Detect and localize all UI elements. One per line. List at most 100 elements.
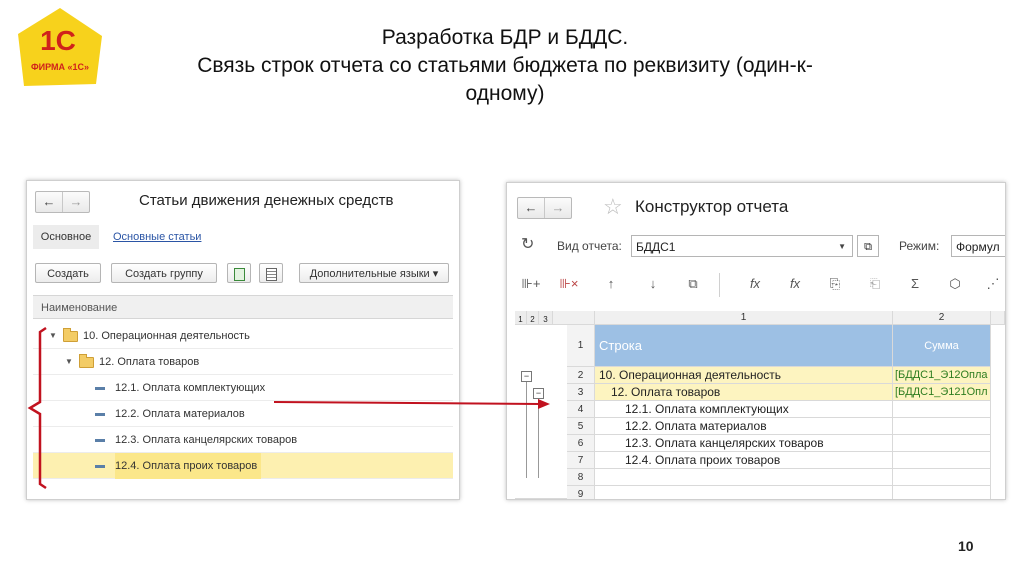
mode-field[interactable]: Формул — [951, 235, 1005, 257]
row-text-cell[interactable]: 12.4. Оплата проих товаров — [595, 452, 893, 469]
report-type-label: Вид отчета: — [557, 239, 622, 253]
row-number[interactable]: 9 — [567, 486, 595, 499]
row-text-cell[interactable]: 10. Операционная деятельность — [595, 367, 893, 384]
mode-label: Режим: — [899, 239, 940, 253]
row-text-cell[interactable]: 12.1. Оплата комплектующих — [595, 401, 893, 418]
create-group-button[interactable]: Создать группу — [111, 263, 217, 283]
logo-caption-text: ФИРМА «1С» — [31, 62, 89, 72]
row-formula-cell[interactable] — [893, 435, 991, 452]
tab-main[interactable]: Основное — [33, 225, 99, 249]
move-up-icon[interactable]: ↑ — [601, 275, 621, 293]
tree-row[interactable]: ▼ 12. Оплата товаров — [33, 349, 453, 375]
column-header-2[interactable]: 2 — [893, 311, 991, 325]
window-title: Статьи движения денежных средств — [139, 192, 394, 209]
header-cell-row[interactable]: Строка — [595, 325, 893, 367]
row-number[interactable]: 1 — [567, 325, 595, 367]
copy-icon[interactable]: ⎘ — [825, 275, 845, 293]
group-line — [526, 382, 527, 478]
expand-triangle-icon[interactable]: ▼ — [49, 323, 57, 349]
expand-triangle-icon[interactable]: ▼ — [65, 349, 73, 375]
tree-row-label: 12.4. Оплата проих товаров — [115, 453, 262, 479]
formula-edit-icon[interactable]: fx — [785, 275, 805, 293]
tree-row-label: 12.1. Оплата комплектующих — [115, 382, 266, 394]
column-header-name[interactable]: Наименование — [33, 295, 453, 319]
row-text-cell[interactable] — [595, 469, 893, 486]
tree-row-label: 12. Оплата товаров — [99, 356, 200, 368]
row-number[interactable]: 4 — [567, 401, 595, 418]
report-grid: 1 2 3 1 2 1 Строка Сумма 2 10. Операционн… — [515, 311, 1005, 499]
tree-row[interactable]: 12.2. Оплата материалов — [33, 401, 453, 427]
grouping-gutter — [515, 325, 567, 499]
row-number[interactable]: 8 — [567, 469, 595, 486]
collapse-group-icon[interactable]: − — [533, 388, 544, 399]
copy-icon-shape — [233, 268, 245, 281]
page-number: 10 — [958, 538, 974, 554]
tree-row[interactable]: ▼ 10. Операционная деятельность — [33, 323, 453, 349]
title-line-3: одному) — [465, 82, 545, 105]
report-type-value: БДДС1 — [636, 240, 676, 254]
paste-icon[interactable]: ⎗ — [865, 275, 885, 293]
level-button[interactable]: 3 — [539, 311, 553, 325]
row-formula-cell[interactable] — [893, 418, 991, 435]
item-icon — [95, 439, 105, 442]
row-formula-cell[interactable] — [893, 486, 991, 499]
row-number[interactable]: 2 — [567, 367, 595, 384]
formula-icon[interactable]: fx — [745, 275, 765, 293]
copy-structure-icon[interactable]: ⧉ — [683, 275, 703, 293]
column-header-3[interactable] — [991, 311, 1005, 325]
copy-icon[interactable] — [227, 263, 251, 283]
additional-languages-dropdown[interactable]: Дополнительные языки ▾ — [299, 263, 449, 283]
header-cell-sum[interactable]: Сумма — [893, 325, 991, 367]
open-form-icon[interactable]: ⧉ — [857, 235, 879, 257]
dropdown-arrow-icon[interactable]: ▼ — [838, 236, 846, 258]
report-constructor-window: ← → ☆ Конструктор отчета ↻ Вид отчета: Б… — [506, 182, 1006, 500]
row-text-cell[interactable]: 12. Оплата товаров — [595, 384, 893, 401]
corner-cell — [553, 311, 595, 325]
row-formula-cell[interactable] — [893, 401, 991, 418]
row-number[interactable]: 5 — [567, 418, 595, 435]
item-icon — [95, 413, 105, 416]
nav-buttons: ← → — [35, 191, 90, 213]
row-text-cell[interactable]: 12.2. Оплата материалов — [595, 418, 893, 435]
favorite-star-icon[interactable]: ☆ — [603, 194, 623, 220]
column-header-1[interactable]: 1 — [595, 311, 893, 325]
hierarchy-icon[interactable]: ⋰ — [983, 275, 1003, 293]
row-formula-cell[interactable] — [893, 452, 991, 469]
row-number[interactable]: 7 — [567, 452, 595, 469]
row-number[interactable]: 6 — [567, 435, 595, 452]
delete-row-icon[interactable]: ⊪× — [559, 275, 579, 293]
move-down-icon[interactable]: ↓ — [643, 275, 663, 293]
row-text-cell[interactable] — [595, 486, 893, 499]
row-formula-cell[interactable]: [БДДС1_Э12Опла — [893, 367, 991, 384]
report-type-field[interactable]: БДДС1 ▼ — [631, 235, 853, 257]
forward-arrow-icon[interactable]: → — [62, 192, 89, 212]
slide-title: Разработка БДР и БДДС. Связь строк отчет… — [110, 24, 900, 108]
row-text-cell[interactable]: 12.3. Оплата канцелярских товаров — [595, 435, 893, 452]
sum-icon[interactable]: Σ — [905, 275, 925, 293]
add-row-icon[interactable]: ⊪+ — [521, 275, 541, 293]
tree-row-selected[interactable]: 12.4. Оплата проих товаров — [33, 453, 453, 479]
refresh-icon[interactable]: ↻ — [521, 234, 534, 254]
row-formula-cell[interactable] — [893, 469, 991, 486]
item-icon — [95, 387, 105, 390]
back-arrow-icon[interactable]: ← — [518, 198, 544, 218]
level-button[interactable]: 1 — [515, 311, 527, 325]
create-button[interactable]: Создать — [35, 263, 101, 283]
row-formula-cell[interactable]: [БДДС1_Э121Опл — [893, 384, 991, 401]
list-icon-shape — [265, 268, 277, 281]
item-icon — [95, 465, 105, 468]
cash-flow-items-window: ← → Статьи движения денежных средств Осн… — [26, 180, 460, 500]
mode-value: Формул — [956, 240, 1000, 254]
forward-arrow-icon[interactable]: → — [544, 198, 571, 218]
tree-row[interactable]: 12.3. Оплата канцелярских товаров — [33, 427, 453, 453]
title-line-1: Разработка БДР и БДДС. — [381, 26, 629, 49]
level-button[interactable]: 2 — [527, 311, 539, 325]
tree-row[interactable]: 12.1. Оплата комплектующих — [33, 375, 453, 401]
folder-icon — [79, 354, 94, 368]
list-settings-icon[interactable] — [259, 263, 283, 283]
back-arrow-icon[interactable]: ← — [36, 192, 62, 212]
collapse-group-icon[interactable]: − — [521, 371, 532, 382]
shape-menu-icon[interactable]: ⬡ — [945, 275, 965, 293]
row-number[interactable]: 3 — [567, 384, 595, 401]
tab-main-items-link[interactable]: Основные статьи — [113, 225, 201, 249]
